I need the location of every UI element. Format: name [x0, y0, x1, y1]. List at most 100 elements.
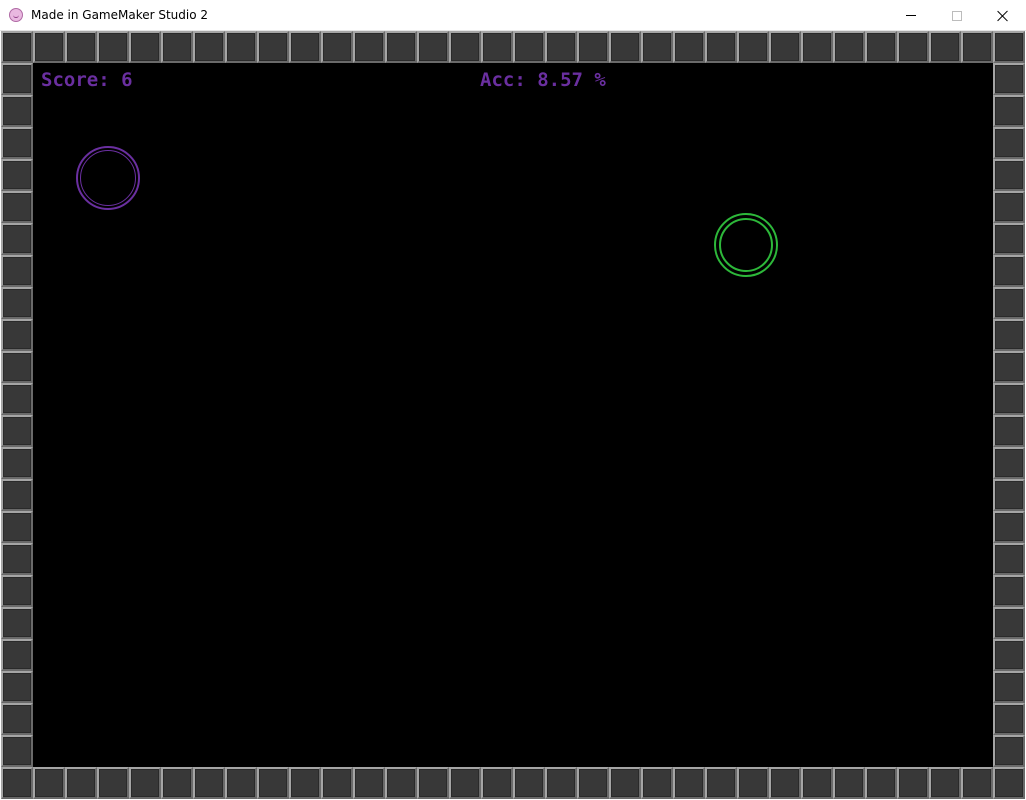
- wall-brick: [929, 31, 961, 63]
- wall-brick: [385, 767, 417, 799]
- wall-brick: [129, 31, 161, 63]
- wall-brick: [993, 639, 1025, 671]
- wall-brick: [1, 767, 33, 799]
- wall-brick: [1, 415, 33, 447]
- score-text: Score: 6: [41, 69, 133, 91]
- wall-brick: [993, 479, 1025, 511]
- wall-brick: [225, 31, 257, 63]
- close-button[interactable]: [980, 0, 1026, 31]
- wall-brick: [577, 767, 609, 799]
- wall-brick: [993, 767, 1025, 799]
- purple-target[interactable]: [76, 146, 140, 210]
- wall-brick: [577, 31, 609, 63]
- wall-brick: [193, 767, 225, 799]
- wall-brick: [321, 31, 353, 63]
- window-title: Made in GameMaker Studio 2: [31, 8, 209, 22]
- gamemaker-icon: [9, 8, 23, 22]
- wall-brick: [961, 767, 993, 799]
- wall-brick: [993, 703, 1025, 735]
- wall-brick: [769, 31, 801, 63]
- wall-brick: [449, 767, 481, 799]
- wall-brick: [1, 255, 33, 287]
- wall-brick: [737, 767, 769, 799]
- game-viewport[interactable]: Score: 6 Acc: 8.57 %: [1, 31, 1025, 799]
- minimize-button[interactable]: [888, 0, 934, 31]
- wall-brick: [1, 351, 33, 383]
- wall-brick: [353, 31, 385, 63]
- wall-brick: [1, 543, 33, 575]
- wall-brick: [833, 767, 865, 799]
- wall-brick: [769, 767, 801, 799]
- wall-brick: [33, 767, 65, 799]
- wall-brick: [1, 383, 33, 415]
- wall-brick: [1, 127, 33, 159]
- wall-brick: [993, 31, 1025, 63]
- wall-brick: [673, 767, 705, 799]
- wall-brick: [993, 255, 1025, 287]
- wall-brick: [481, 767, 513, 799]
- maximize-icon: [952, 10, 962, 21]
- wall-brick: [865, 767, 897, 799]
- wall-brick: [993, 447, 1025, 479]
- green-target[interactable]: [714, 213, 778, 277]
- wall-brick: [801, 31, 833, 63]
- wall-brick: [321, 767, 353, 799]
- wall-brick: [673, 31, 705, 63]
- wall-brick: [1, 639, 33, 671]
- wall-brick: [1, 223, 33, 255]
- wall-brick: [961, 31, 993, 63]
- wall-brick: [865, 31, 897, 63]
- wall-brick: [641, 31, 673, 63]
- maximize-button[interactable]: [934, 0, 980, 31]
- wall-brick: [225, 767, 257, 799]
- wall-brick: [993, 159, 1025, 191]
- wall-brick: [929, 767, 961, 799]
- wall-brick: [1, 607, 33, 639]
- wall-brick: [993, 735, 1025, 767]
- wall-brick: [1, 511, 33, 543]
- wall-brick: [449, 31, 481, 63]
- wall-brick: [993, 575, 1025, 607]
- wall-brick: [993, 95, 1025, 127]
- wall-brick: [1, 319, 33, 351]
- wall-brick: [289, 767, 321, 799]
- wall-brick: [129, 767, 161, 799]
- close-icon: [997, 10, 1009, 22]
- wall-brick: [993, 383, 1025, 415]
- wall-brick: [993, 351, 1025, 383]
- wall-brick: [161, 31, 193, 63]
- bottom-wall: [1, 767, 1025, 799]
- wall-brick: [1, 479, 33, 511]
- minimize-icon: [906, 15, 916, 16]
- right-wall: [993, 63, 1025, 767]
- wall-brick: [993, 319, 1025, 351]
- wall-brick: [993, 511, 1025, 543]
- wall-brick: [609, 31, 641, 63]
- wall-brick: [993, 127, 1025, 159]
- wall-brick: [97, 767, 129, 799]
- wall-brick: [97, 31, 129, 63]
- wall-brick: [1, 191, 33, 223]
- wall-brick: [1, 447, 33, 479]
- wall-brick: [993, 415, 1025, 447]
- wall-brick: [1, 95, 33, 127]
- wall-brick: [1, 31, 33, 63]
- wall-brick: [353, 767, 385, 799]
- top-wall: [1, 31, 1025, 63]
- wall-brick: [545, 31, 577, 63]
- wall-brick: [641, 767, 673, 799]
- wall-brick: [193, 31, 225, 63]
- wall-brick: [1, 63, 33, 95]
- wall-brick: [609, 767, 641, 799]
- window-title-bar[interactable]: Made in GameMaker Studio 2: [0, 0, 1026, 31]
- wall-brick: [65, 31, 97, 63]
- wall-brick: [1, 159, 33, 191]
- wall-brick: [513, 767, 545, 799]
- wall-brick: [417, 767, 449, 799]
- wall-brick: [993, 63, 1025, 95]
- wall-brick: [833, 31, 865, 63]
- wall-brick: [897, 767, 929, 799]
- wall-brick: [257, 31, 289, 63]
- wall-brick: [1, 287, 33, 319]
- wall-brick: [1, 671, 33, 703]
